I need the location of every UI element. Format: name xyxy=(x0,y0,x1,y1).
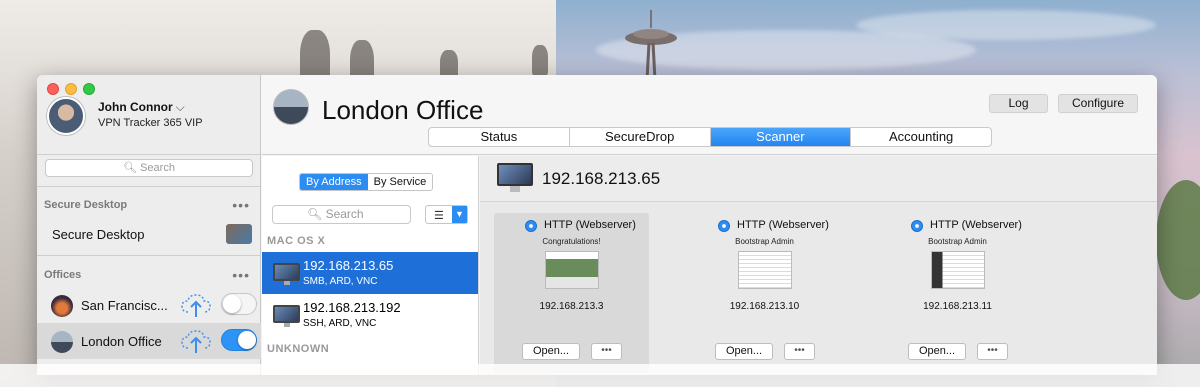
user-menu[interactable]: John Connor ⌵ xyxy=(98,100,185,115)
host-ip: 192.168.213.192 xyxy=(303,300,401,315)
view-by-address[interactable]: By Address xyxy=(300,174,368,190)
host-ip: 192.168.213.65 xyxy=(303,258,394,273)
chevron-down-icon: ▼ xyxy=(452,206,467,223)
sidebar-search-placeholder: Search xyxy=(140,162,175,174)
group-label-unknown: UNKNOWN xyxy=(267,343,330,355)
safari-icon xyxy=(911,220,923,232)
more-button[interactable]: ••• xyxy=(784,343,815,360)
log-button[interactable]: Log xyxy=(989,94,1048,113)
more-button[interactable]: ••• xyxy=(232,267,250,283)
toggle-knob xyxy=(223,295,241,313)
page-bottom-strip xyxy=(0,364,1200,387)
more-button[interactable]: ••• xyxy=(977,343,1008,360)
service-name: HTTP (Webserver) xyxy=(737,219,829,231)
service-card[interactable]: HTTP (Webserver) Congratulations! 192.16… xyxy=(494,213,649,373)
service-detail-pane: 192.168.213.65 HTTP (Webserver) Congratu… xyxy=(480,156,1157,375)
cloud-upload-icon xyxy=(181,330,211,353)
open-button[interactable]: Open... xyxy=(522,343,580,360)
search-icon: 🔍︎ xyxy=(307,207,323,221)
more-button[interactable]: ••• xyxy=(591,343,622,360)
webpage-thumbnail xyxy=(738,251,792,289)
list-icon: ☰ xyxy=(434,210,444,222)
sidebar-item-san-francisco[interactable]: San Francisc... xyxy=(37,287,261,323)
sidebar-item-label: London Office xyxy=(81,334,162,349)
background-tree xyxy=(1156,180,1200,300)
configure-button[interactable]: Configure xyxy=(1058,94,1138,113)
service-card[interactable]: HTTP (Webserver) Bootstrap Admin 192.168… xyxy=(880,213,1035,373)
tab-bar: Status SecureDrop Scanner Accounting xyxy=(428,127,992,147)
minimize-window-button[interactable] xyxy=(65,83,77,95)
service-card[interactable]: HTTP (Webserver) Bootstrap Admin 192.168… xyxy=(687,213,842,373)
sidebar-search-input[interactable]: 🔍︎ Search xyxy=(45,159,253,177)
user-plan: VPN Tracker 365 VIP xyxy=(98,117,203,129)
page-title-preview: Bootstrap Admin xyxy=(735,237,794,246)
background-cloud xyxy=(856,10,1156,40)
cloud-upload-icon xyxy=(181,294,211,317)
tab-accounting[interactable]: Accounting xyxy=(851,128,991,146)
divider xyxy=(37,154,260,155)
host-services: SSH, ARD, VNC xyxy=(303,318,377,329)
space-needle-icon xyxy=(625,10,677,80)
section-title-offices: Offices xyxy=(44,269,82,281)
page-title: London Office xyxy=(322,95,484,125)
open-button[interactable]: Open... xyxy=(715,343,773,360)
monitor-icon xyxy=(273,263,300,285)
tab-scanner[interactable]: Scanner xyxy=(710,128,852,146)
connection-toggle[interactable] xyxy=(221,329,257,351)
host-services: SMB, ARD, VNC xyxy=(303,276,378,287)
group-label-mac-os-x: MAC OS X xyxy=(267,235,326,247)
service-ip: 192.168.213.11 xyxy=(923,301,992,312)
page-title-preview: Congratulations! xyxy=(542,237,601,246)
toggle-knob xyxy=(238,331,256,349)
sidebar-item-secure-desktop[interactable]: Secure Desktop xyxy=(37,216,261,252)
safari-icon xyxy=(525,220,537,232)
app-window: John Connor ⌵ VPN Tracker 365 VIP 🔍︎ Sear… xyxy=(37,75,1157,375)
webpage-thumbnail xyxy=(931,251,985,289)
sidebar-item-london-office[interactable]: London Office xyxy=(37,323,261,359)
service-ip: 192.168.213.10 xyxy=(729,301,800,312)
connection-toggle[interactable] xyxy=(221,293,257,315)
sidebar-item-label: San Francisc... xyxy=(81,298,168,313)
san-francisco-icon xyxy=(51,295,73,317)
search-icon: 🔍︎ xyxy=(123,162,138,174)
host-search-input[interactable]: 🔍︎ Search xyxy=(272,205,411,224)
divider xyxy=(37,255,260,256)
close-window-button[interactable] xyxy=(47,83,59,95)
london-icon xyxy=(51,331,73,353)
chevron-down-icon: ⌵ xyxy=(175,100,185,114)
monitor-icon xyxy=(273,305,300,327)
webpage-thumbnail xyxy=(545,251,599,289)
host-list-pane: By Address By Service 🔍︎ Search ☰ ▼ MAC … xyxy=(262,156,479,375)
office-icon xyxy=(273,89,309,125)
more-button[interactable]: ••• xyxy=(232,197,250,213)
host-row[interactable]: 192.168.213.192 SSH, ARD, VNC xyxy=(262,294,478,336)
zoom-window-button[interactable] xyxy=(83,83,95,95)
service-ip: 192.168.213.3 xyxy=(539,301,604,312)
sidebar: John Connor ⌵ VPN Tracker 365 VIP 🔍︎ Sear… xyxy=(37,75,261,375)
detail-header: 192.168.213.65 xyxy=(480,156,1157,202)
open-button[interactable]: Open... xyxy=(908,343,966,360)
imac-icon xyxy=(497,163,533,193)
tab-status[interactable]: Status xyxy=(429,128,570,146)
host-row[interactable]: 192.168.213.65 SMB, ARD, VNC xyxy=(262,252,478,294)
divider xyxy=(37,186,260,187)
tab-securedrop[interactable]: SecureDrop xyxy=(570,128,711,146)
detail-host-ip: 192.168.213.65 xyxy=(542,169,661,188)
page-title-preview: Bootstrap Admin xyxy=(928,237,987,246)
service-name: HTTP (Webserver) xyxy=(930,219,1022,231)
list-view-menu[interactable]: ☰ ▼ xyxy=(425,205,468,224)
view-by-service[interactable]: By Service xyxy=(367,174,433,190)
avatar[interactable] xyxy=(47,97,85,135)
header: London Office Log Configure Status Secur… xyxy=(262,75,1157,155)
sidebar-item-label: Secure Desktop xyxy=(52,227,145,242)
safari-icon xyxy=(718,220,730,232)
host-search-placeholder: Search xyxy=(325,207,364,221)
user-name: John Connor xyxy=(98,100,173,114)
background-person xyxy=(532,45,548,75)
view-mode-switch: By Address By Service xyxy=(299,173,434,191)
section-title-secure-desktop: Secure Desktop xyxy=(44,199,128,211)
service-name: HTTP (Webserver) xyxy=(544,219,636,231)
desktop-thumbnail-icon xyxy=(226,224,252,244)
